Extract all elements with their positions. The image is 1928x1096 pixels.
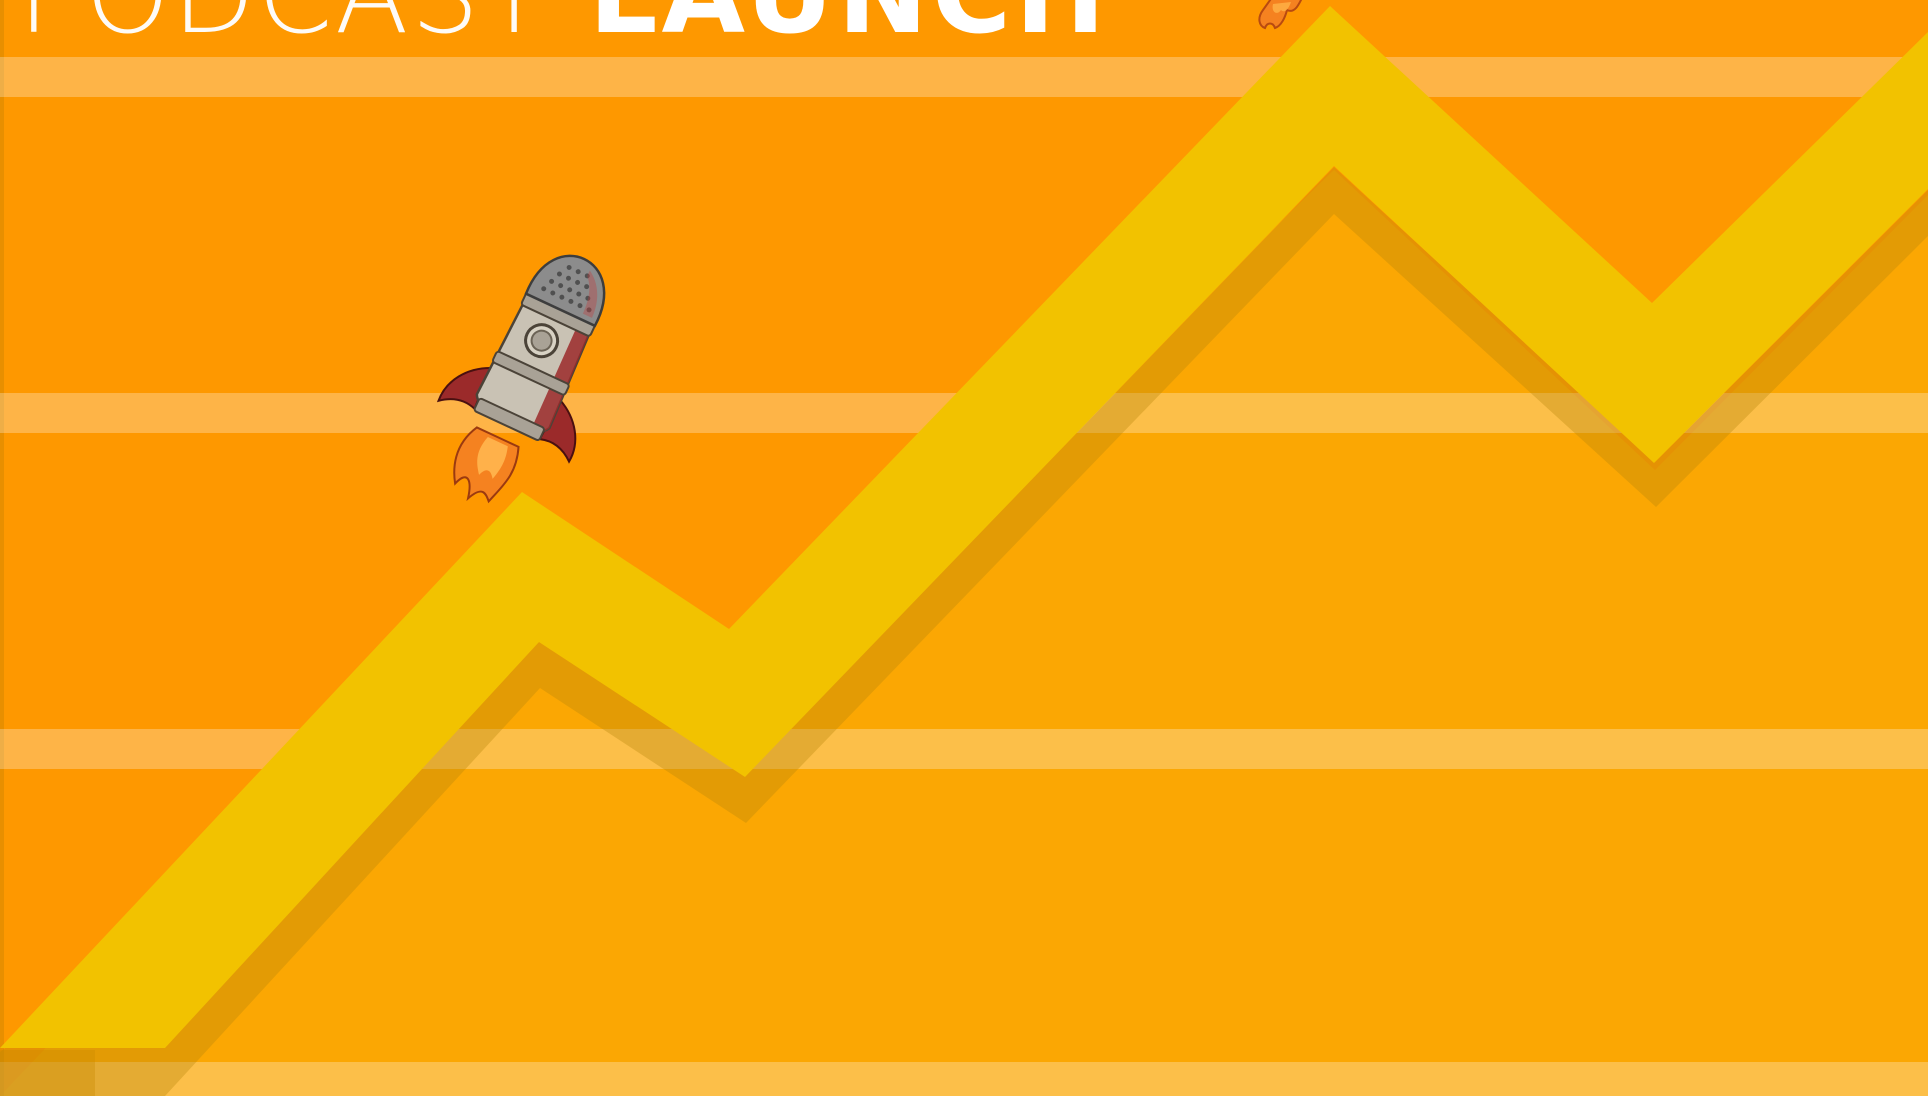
title-word-launch: LAUNCH [589,0,1110,58]
podcast-cover: PODCAST LAUNCH [0,0,1928,1096]
cover-artwork [0,0,1928,1096]
stripe-4 [0,1062,1928,1096]
cover-title: PODCAST LAUNCH [18,0,1110,50]
left-edge-shade [0,0,4,1096]
title-word-podcast: PODCAST [18,0,549,58]
stripe-1 [0,57,1928,97]
corner-shade [0,1050,95,1096]
